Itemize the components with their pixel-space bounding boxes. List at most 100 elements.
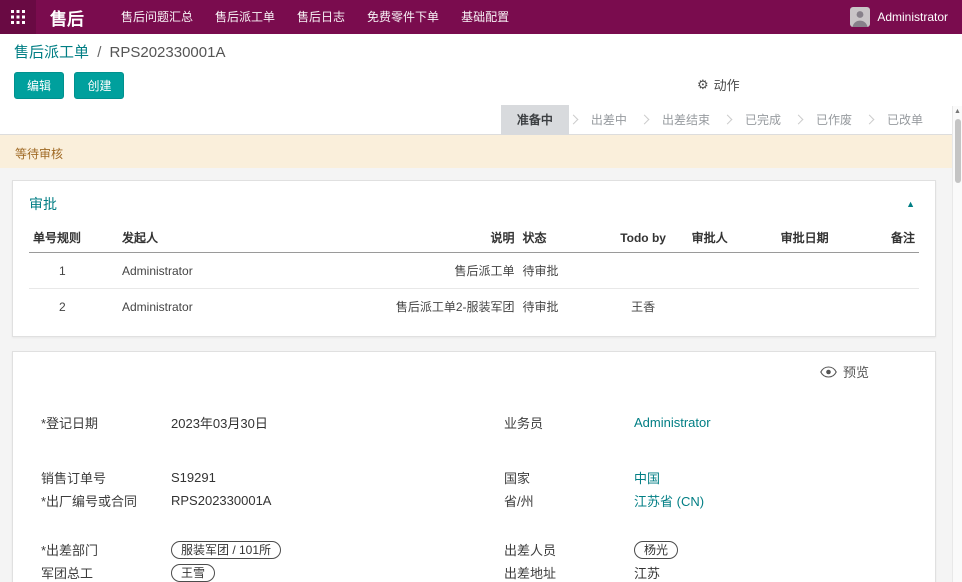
app-title[interactable]: 售后 [50, 5, 84, 30]
col-header-approve-date: 审批日期 [777, 223, 866, 253]
chevron-right-icon [723, 115, 733, 125]
collapse-caret-icon[interactable]: ▲ [902, 197, 919, 211]
control-panel: 售后派工单 / RPS202330001A 编辑 创建 ⚙ 动作 [0, 34, 962, 98]
person-icon [850, 7, 870, 27]
status-step-on-trip[interactable]: 出差中 [578, 105, 640, 135]
field-depart-dept: *出差部门 服装军团 / 101所 [41, 540, 444, 559]
preview-label: 预览 [843, 362, 869, 381]
chevron-right-icon [865, 115, 875, 125]
chevron-right-icon [639, 115, 649, 125]
field-register-date: *登记日期 2023年03月30日 [41, 413, 444, 432]
field-value: 2023年03月30日 [171, 413, 268, 432]
statusbar: 准备中 出差中 出差结束 已完成 已作废 已改单 [0, 105, 962, 135]
field-travel-address: 出差地址 江苏 [504, 563, 907, 582]
menu-item-base-config[interactable]: 基础配置 [450, 0, 520, 34]
user-menu[interactable]: Administrator [850, 7, 962, 27]
field-value: S19291 [171, 470, 216, 485]
menu-item-dispatch-orders[interactable]: 售后派工单 [204, 0, 286, 34]
field-label: 国家 [504, 468, 634, 487]
apps-menu-button[interactable] [0, 0, 36, 34]
field-state: 省/州 江苏省 (CN) [504, 491, 907, 510]
field-label: *出厂编号或合同 [41, 491, 171, 510]
chevron-right-icon [794, 115, 804, 125]
approval-section: 审批 ▲ 单号规则 发起人 说明 状态 Todo by 审批人 审批日期 备注 [12, 180, 936, 337]
col-header-description: 说明 [367, 223, 518, 253]
breadcrumb-parent-link[interactable]: 售后派工单 [14, 44, 89, 61]
field-factory-no: *出厂编号或合同 RPS202330001A [41, 491, 444, 510]
field-travel-person: 出差人员 杨光 [504, 540, 907, 559]
form-right-column: 业务员 Administrator 国家 中国 省/州 江苏省 (CN) [504, 413, 907, 582]
user-name: Administrator [877, 10, 948, 24]
field-label: 业务员 [504, 413, 634, 432]
table-header-row: 单号规则 发起人 说明 状态 Todo by 审批人 审批日期 备注 [29, 223, 919, 253]
field-label: *登记日期 [41, 413, 171, 432]
form-sheet: 预览 *登记日期 2023年03月30日 销售订单号 S19291 [12, 351, 936, 582]
cell-approver [688, 289, 777, 325]
preview-toggle[interactable]: 预览 [29, 362, 919, 381]
dept-tag: 服装军团 / 101所 [171, 541, 281, 559]
main-menu: 售后问题汇总 售后派工单 售后日志 免费零件下单 基础配置 [110, 0, 520, 34]
breadcrumb: 售后派工单 / RPS202330001A [14, 43, 948, 63]
cell-status: 待审批 [518, 289, 598, 325]
eye-icon [820, 366, 837, 378]
vertical-scrollbar[interactable]: ▲ [952, 106, 962, 582]
cell-initiator: Administrator [118, 289, 367, 325]
menu-item-logs[interactable]: 售后日志 [286, 0, 356, 34]
field-label: 省/州 [504, 491, 634, 510]
form-left-column: *登记日期 2023年03月30日 销售订单号 S19291 *出厂编号或合同 … [41, 413, 444, 582]
breadcrumb-separator: / [97, 44, 101, 61]
cell-description: 售后派工单 [367, 253, 518, 289]
status-step-preparing[interactable]: 准备中 [501, 105, 569, 135]
approval-table: 单号规则 发起人 说明 状态 Todo by 审批人 审批日期 备注 1 Adm… [29, 223, 919, 324]
state-link[interactable]: 江苏省 (CN) [634, 491, 704, 510]
content-area: 审批 ▲ 单号规则 发起人 说明 状态 Todo by 审批人 审批日期 备注 [0, 168, 962, 582]
col-header-todo-by: Todo by [599, 223, 688, 253]
scroll-up-arrow-icon[interactable]: ▲ [953, 107, 962, 117]
action-menu-button[interactable]: ⚙ 动作 [697, 75, 740, 94]
cell-approver [688, 253, 777, 289]
menu-item-free-parts-order[interactable]: 免费零件下单 [356, 0, 450, 34]
field-label: *出差部门 [41, 540, 171, 559]
country-link[interactable]: 中国 [634, 468, 660, 487]
status-step-cancelled[interactable]: 已作废 [803, 105, 865, 135]
field-chief-engineer: 军团总工 王雪 [41, 563, 444, 582]
apps-grid-icon [11, 10, 25, 24]
cell-todo-by [599, 253, 688, 289]
status-step-done[interactable]: 已完成 [732, 105, 794, 135]
field-label: 出差人员 [504, 540, 634, 559]
cell-initiator: Administrator [118, 253, 367, 289]
field-salesperson: 业务员 Administrator [504, 413, 907, 432]
approval-section-header: 审批 ▲ [29, 194, 919, 214]
button-row: 编辑 创建 ⚙ 动作 [14, 72, 948, 98]
field-value: 江苏 [634, 563, 660, 582]
salesperson-link[interactable]: Administrator [634, 415, 711, 430]
table-row[interactable]: 2 Administrator 售后派工单2-服装军团 待审批 王香 [29, 289, 919, 325]
user-avatar [850, 7, 870, 27]
cell-rule: 1 [29, 253, 118, 289]
scrollbar-thumb[interactable] [955, 119, 961, 183]
action-menu-label: 动作 [714, 75, 740, 94]
cell-approve-date [777, 289, 866, 325]
cell-note [866, 253, 919, 289]
status-step-amended[interactable]: 已改单 [874, 105, 936, 135]
col-header-initiator: 发起人 [118, 223, 367, 253]
field-label: 销售订单号 [41, 468, 171, 487]
form-grid: *登记日期 2023年03月30日 销售订单号 S19291 *出厂编号或合同 … [29, 413, 919, 582]
cell-status: 待审批 [518, 253, 598, 289]
gear-icon: ⚙ [697, 77, 709, 93]
col-header-status: 状态 [518, 223, 598, 253]
field-country: 国家 中国 [504, 468, 907, 487]
status-step-trip-ended[interactable]: 出差结束 [649, 105, 723, 135]
top-navbar: 售后 售后问题汇总 售后派工单 售后日志 免费零件下单 基础配置 Adminis… [0, 0, 962, 34]
field-sales-order: 销售订单号 S19291 [41, 468, 444, 487]
create-button[interactable]: 创建 [74, 72, 124, 99]
field-label: 出差地址 [504, 563, 634, 582]
pending-review-banner: 等待审核 [0, 135, 962, 168]
travel-person-tag: 杨光 [634, 541, 678, 559]
cell-todo-by: 王香 [599, 289, 688, 325]
table-row[interactable]: 1 Administrator 售后派工单 待审批 [29, 253, 919, 289]
col-header-note: 备注 [866, 223, 919, 253]
menu-item-issue-summary[interactable]: 售后问题汇总 [110, 0, 204, 34]
cell-approve-date [777, 253, 866, 289]
edit-button[interactable]: 编辑 [14, 72, 64, 99]
